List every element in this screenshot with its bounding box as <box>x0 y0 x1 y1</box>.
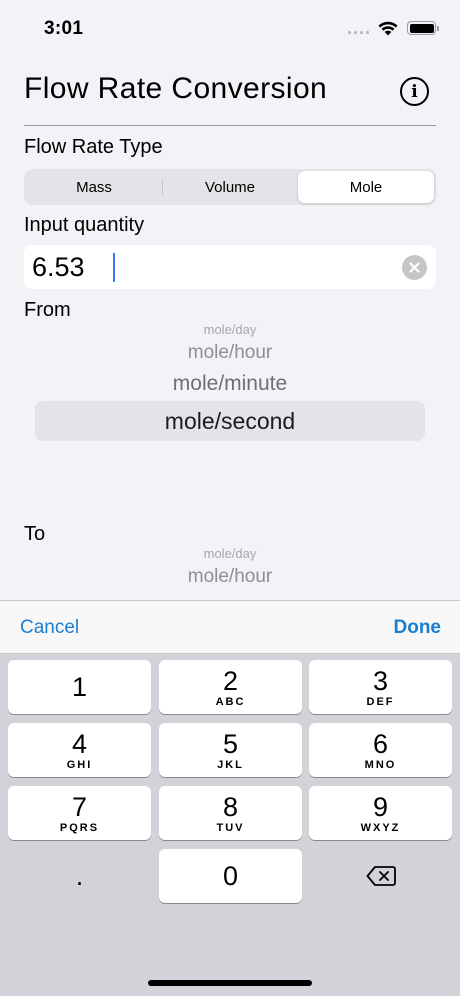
text-caret <box>113 253 115 282</box>
key-4[interactable]: 4 GHI <box>8 723 151 777</box>
keyboard-toolbar: Cancel Done <box>0 600 460 654</box>
header-divider <box>24 125 436 126</box>
status-icons <box>348 20 439 36</box>
x-mark-icon <box>409 262 420 273</box>
cancel-button[interactable]: Cancel <box>20 617 79 639</box>
quantity-input-value: 6.53 <box>32 252 85 282</box>
key-decimal[interactable]: . <box>8 849 151 903</box>
from-option-hour[interactable]: mole/hour <box>35 342 425 364</box>
flow-type-label: Flow Rate Type <box>24 136 163 158</box>
key-5[interactable]: 5 JKL <box>159 723 302 777</box>
page-title: Flow Rate Conversion <box>24 72 328 105</box>
segment-mass[interactable]: Mass <box>26 171 162 203</box>
key-6[interactable]: 6 MNO <box>309 723 452 777</box>
backspace-icon <box>366 866 396 886</box>
info-icon[interactable]: i <box>400 77 429 106</box>
key-8[interactable]: 8 TUV <box>159 786 302 840</box>
segment-mole[interactable]: Mole <box>298 171 434 203</box>
key-1[interactable]: 1 <box>8 660 151 714</box>
to-option-hour[interactable]: mole/hour <box>35 566 425 588</box>
done-button[interactable]: Done <box>394 617 442 639</box>
home-indicator <box>148 980 312 986</box>
key-3[interactable]: 3 DEF <box>309 660 452 714</box>
to-option-day[interactable]: mole/day <box>35 546 425 561</box>
from-option-day[interactable]: mole/day <box>35 322 425 337</box>
flow-type-segmented-control: Mass Volume Mole <box>24 169 436 205</box>
to-label: To <box>24 523 46 545</box>
from-option-second[interactable]: mole/second <box>35 408 425 435</box>
delete-key[interactable] <box>309 849 452 903</box>
key-0[interactable]: 0 <box>159 849 302 903</box>
input-quantity-label: Input quantity <box>24 214 145 236</box>
clear-icon[interactable] <box>402 255 427 280</box>
key-9[interactable]: 9 WXYZ <box>309 786 452 840</box>
status-bar: 3:01 <box>0 0 460 58</box>
wifi-icon <box>378 21 398 36</box>
segment-volume[interactable]: Volume <box>162 171 298 203</box>
from-label: From <box>24 299 71 321</box>
from-option-minute[interactable]: mole/minute <box>35 372 425 396</box>
quantity-input[interactable]: 6.53 <box>24 245 436 289</box>
key-7[interactable]: 7 PQRS <box>8 786 151 840</box>
status-time: 3:01 <box>44 18 84 39</box>
signal-icon <box>348 22 369 34</box>
battery-icon <box>407 21 439 35</box>
key-2[interactable]: 2 ABC <box>159 660 302 714</box>
